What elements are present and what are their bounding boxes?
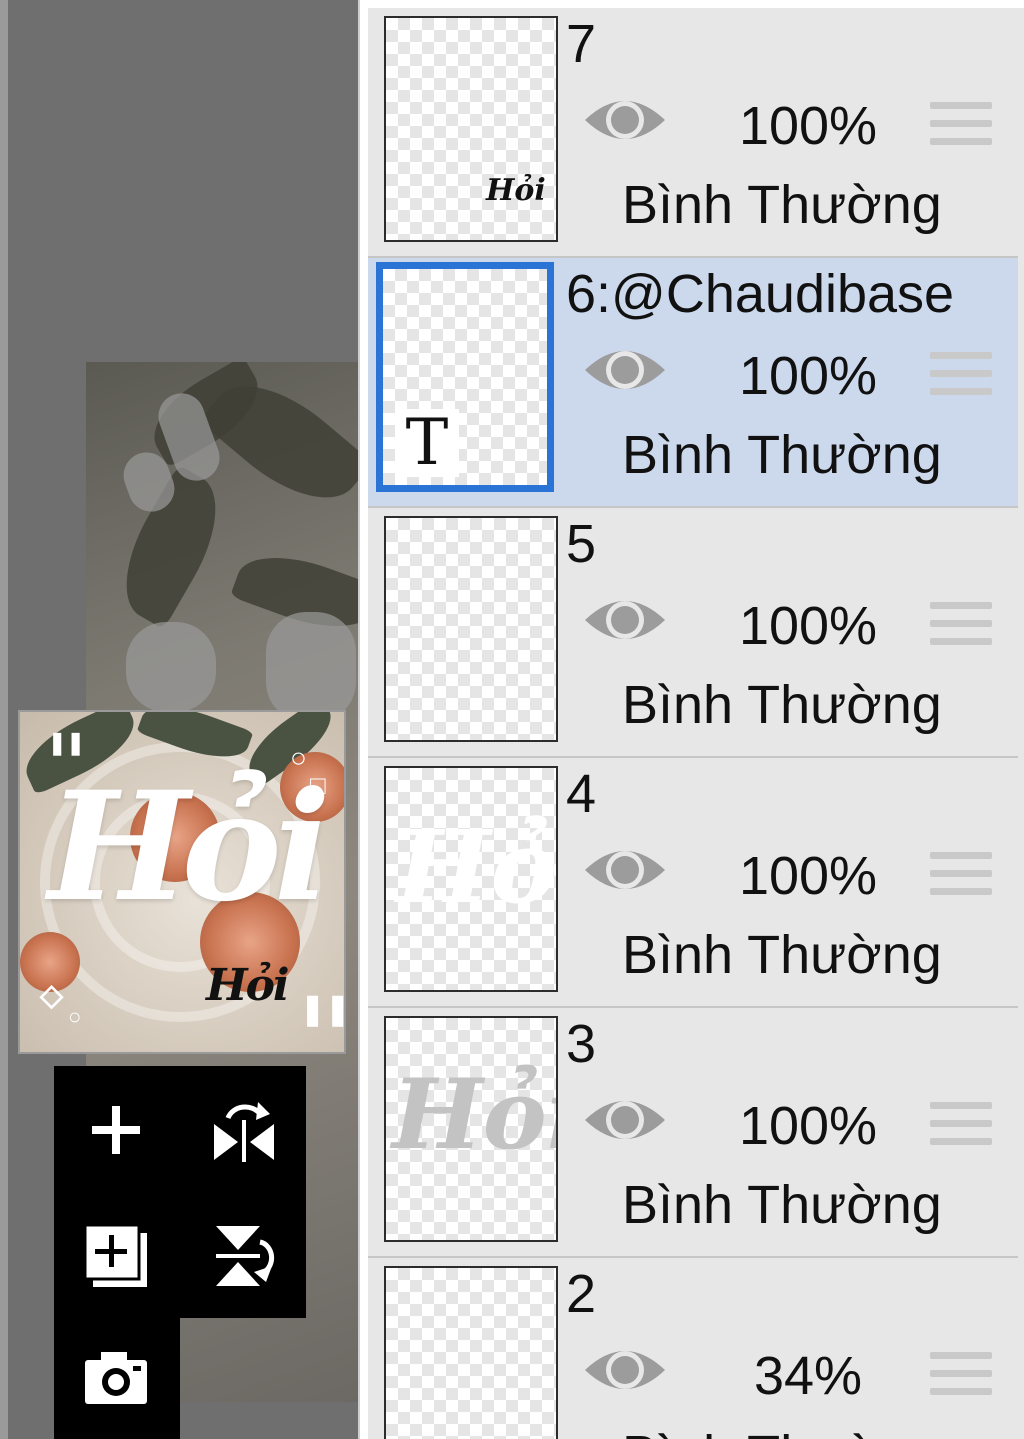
layer-panel: Hỏi 7 100% Bình Thường T 6:@Chaudibase 1… bbox=[358, 0, 1024, 1439]
visibility-eye-icon[interactable] bbox=[582, 1340, 668, 1400]
layer-thumbnail[interactable]: Hỏi bbox=[384, 1016, 558, 1242]
layer-row-3[interactable]: Hỏi 4 100% Bình Thường bbox=[368, 758, 1018, 1008]
layer-name: 4 bbox=[566, 764, 597, 824]
plus-icon bbox=[92, 1106, 140, 1154]
layer-thumbnail[interactable]: T bbox=[376, 262, 554, 492]
add-copy-icon bbox=[83, 1223, 147, 1287]
layer-row-5[interactable]: 2 34% Bình Thường bbox=[368, 1258, 1018, 1439]
thumbnail-art: Hỏi bbox=[392, 1058, 556, 1171]
layer-blend-mode[interactable]: Bình Thường bbox=[622, 1424, 942, 1439]
drag-handle-icon[interactable] bbox=[930, 1098, 992, 1150]
layer-opacity[interactable]: 34% bbox=[718, 1346, 898, 1406]
visibility-eye-icon[interactable] bbox=[582, 90, 668, 150]
add-layer-button[interactable] bbox=[76, 1090, 156, 1170]
layer-thumbnail[interactable]: Hỏi bbox=[384, 16, 558, 242]
visibility-eye-icon[interactable] bbox=[582, 340, 668, 400]
tool-palette-bottom bbox=[54, 1318, 180, 1439]
flip-horizontal-button[interactable] bbox=[204, 1090, 284, 1170]
drag-handle-icon[interactable] bbox=[930, 848, 992, 900]
flip-vertical-button[interactable] bbox=[204, 1216, 284, 1296]
layer-opacity[interactable]: 100% bbox=[718, 846, 898, 906]
layer-blend-mode[interactable]: Bình Thường bbox=[622, 674, 942, 736]
drag-handle-icon[interactable] bbox=[930, 598, 992, 650]
thumbnail-art: Hỏi bbox=[486, 173, 546, 208]
visibility-eye-icon[interactable] bbox=[582, 590, 668, 650]
layer-row-2[interactable]: 5 100% Bình Thường bbox=[368, 508, 1018, 758]
layer-opacity[interactable]: 100% bbox=[718, 596, 898, 656]
thumbnail-art: Hỏi bbox=[396, 808, 558, 926]
flip-vertical-icon bbox=[216, 1226, 275, 1286]
layer-name: 7 bbox=[566, 14, 597, 74]
camera-icon bbox=[85, 1352, 147, 1404]
layer-name: 3 bbox=[566, 1014, 597, 1074]
layer-opacity[interactable]: 100% bbox=[718, 1096, 898, 1156]
canvas-preview[interactable]: ○ □ ◇ ○ ❚❚ ❚❚ Hỏi Hỏi bbox=[18, 710, 346, 1054]
layer-row-4[interactable]: Hỏi 3 100% Bình Thường bbox=[368, 1008, 1018, 1258]
layer-thumbnail[interactable]: Hỏi bbox=[384, 766, 558, 992]
layer-row-0[interactable]: Hỏi 7 100% Bình Thường bbox=[368, 8, 1018, 258]
preview-subtitle-art: Hỏi bbox=[206, 960, 290, 1011]
layer-blend-mode[interactable]: Bình Thường bbox=[622, 1174, 942, 1236]
flip-horizontal-icon bbox=[214, 1102, 274, 1162]
layer-name: 2 bbox=[566, 1264, 597, 1324]
layer-tool-palette bbox=[54, 1066, 306, 1318]
preview-title-art: Hỏi bbox=[48, 759, 331, 935]
layer-blend-mode[interactable]: Bình Thường bbox=[622, 174, 942, 236]
layer-row-1[interactable]: T 6:@Chaudibase 100% Bình Thường bbox=[368, 258, 1018, 508]
duplicate-layer-button[interactable] bbox=[76, 1216, 156, 1296]
layer-name: 5 bbox=[566, 514, 597, 574]
layer-blend-mode[interactable]: Bình Thường bbox=[622, 424, 942, 486]
visibility-eye-icon[interactable] bbox=[582, 1090, 668, 1150]
drag-handle-icon[interactable] bbox=[930, 1348, 992, 1400]
layer-list[interactable]: Hỏi 7 100% Bình Thường T 6:@Chaudibase 1… bbox=[368, 8, 1024, 1439]
layer-opacity[interactable]: 100% bbox=[718, 96, 898, 156]
canvas-edge bbox=[0, 0, 8, 1439]
drag-handle-icon[interactable] bbox=[930, 348, 992, 400]
visibility-eye-icon[interactable] bbox=[582, 840, 668, 900]
layer-name: 6:@Chaudibase bbox=[566, 264, 955, 324]
layer-opacity[interactable]: 100% bbox=[718, 346, 898, 406]
layer-thumbnail[interactable] bbox=[384, 516, 558, 742]
layer-thumbnail[interactable] bbox=[384, 1266, 558, 1439]
drag-handle-icon[interactable] bbox=[930, 98, 992, 150]
camera-button[interactable] bbox=[76, 1338, 156, 1418]
text-layer-badge: T bbox=[395, 409, 459, 477]
layer-blend-mode[interactable]: Bình Thường bbox=[622, 924, 942, 986]
